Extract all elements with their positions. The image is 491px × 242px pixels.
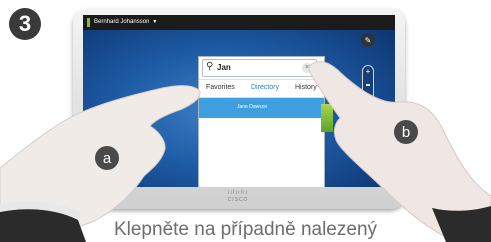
- hands-illustration: [0, 61, 491, 242]
- callout-b: b: [394, 120, 418, 144]
- right-hand: [308, 61, 491, 242]
- caption-text: Klepněte na případně nalezený: [113, 219, 378, 240]
- callout-a: a: [95, 146, 119, 170]
